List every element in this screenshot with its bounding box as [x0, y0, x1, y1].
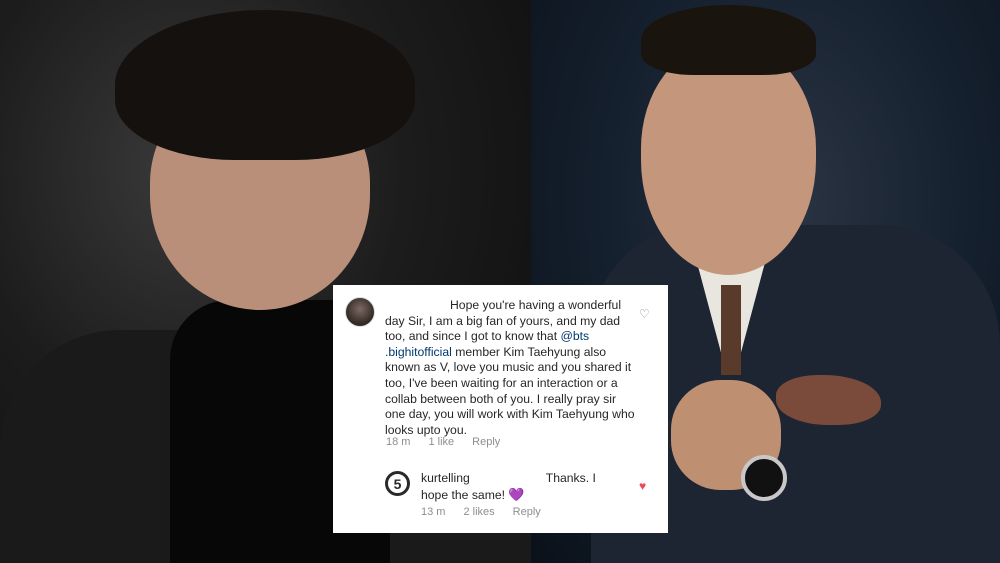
- left-figure-hair: [115, 10, 415, 160]
- purple-heart-emoji: 💜: [508, 486, 525, 502]
- comment-card: Hope you're having a wonderful day Sir, …: [333, 285, 668, 533]
- right-figure-tie: [721, 285, 741, 375]
- reply-time: 13 m: [421, 506, 446, 518]
- comment-likes[interactable]: 1 like: [428, 436, 454, 448]
- commenter-avatar[interactable]: [345, 297, 375, 327]
- comment-time: 18 m: [386, 436, 411, 448]
- heart-filled-icon[interactable]: ♥: [639, 479, 646, 493]
- reply-meta: 13 m 2 likes Reply: [421, 506, 559, 518]
- right-figure-hair: [641, 5, 816, 75]
- wristwatch: [741, 455, 787, 501]
- heart-outline-icon[interactable]: ♡: [639, 307, 650, 321]
- reply-text: kurtelling Thanks. I hope the same! 💜: [421, 471, 611, 503]
- reply-reply-button[interactable]: Reply: [513, 506, 541, 518]
- comment-text: Hope you're having a wonderful day Sir, …: [385, 298, 635, 438]
- reply-likes[interactable]: 2 likes: [463, 506, 494, 518]
- reply-avatar-letter: 5: [393, 475, 402, 492]
- right-figure-face: [641, 45, 816, 275]
- comment-meta: 18 m 1 like Reply: [386, 436, 518, 448]
- reply-username[interactable]: kurtelling: [421, 471, 470, 485]
- comment-reply-button[interactable]: Reply: [472, 436, 500, 448]
- reply-avatar[interactable]: 5: [385, 471, 410, 496]
